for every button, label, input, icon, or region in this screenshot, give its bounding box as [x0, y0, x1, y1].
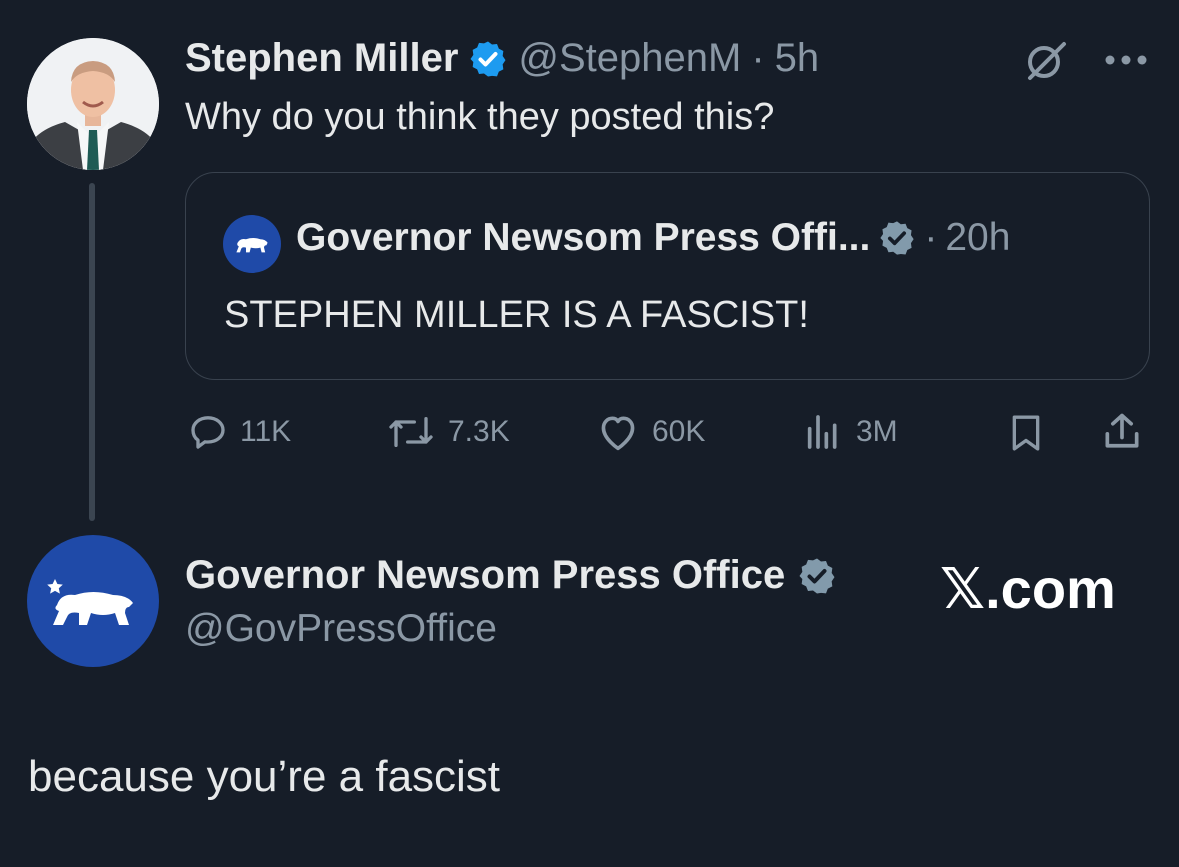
quote-author-name[interactable]: Governor Newsom Press Offi... [296, 216, 870, 260]
author-name[interactable]: Stephen Miller [185, 36, 458, 81]
views-count: 3M [856, 415, 898, 448]
reply-header: Governor Newsom Press Office [185, 553, 837, 598]
like-button[interactable]: 60K [596, 412, 705, 452]
author-avatar[interactable] [27, 38, 159, 170]
reply-button[interactable]: 11K [188, 412, 291, 452]
separator-dot: · [924, 216, 938, 259]
more-icon[interactable] [1104, 52, 1148, 73]
tweet-header: Stephen Miller @StephenM · 5h [185, 36, 819, 81]
like-icon [601, 416, 635, 451]
tweet-text: Why do you think they posted this? [185, 96, 775, 138]
person-portrait-icon [27, 38, 159, 170]
reply-icon [191, 416, 225, 449]
verified-badge-icon [468, 39, 508, 79]
grok-icon[interactable] [1024, 38, 1068, 87]
repost-button[interactable]: 7.3K [386, 412, 510, 452]
verified-badge-icon [878, 219, 916, 257]
x-com-watermark: 𝕏.com [940, 557, 1116, 620]
bookmark-icon[interactable] [1006, 412, 1046, 459]
thread-connector-line [89, 183, 95, 521]
views-button[interactable]: 3M [802, 412, 898, 452]
reply-author-name[interactable]: Governor Newsom Press Office [185, 553, 785, 598]
verified-badge-icon [797, 556, 837, 596]
quote-timestamp[interactable]: 20h [945, 216, 1010, 260]
separator-dot: · [751, 36, 765, 80]
quote-author-avatar[interactable] [223, 215, 281, 273]
views-icon [807, 415, 837, 449]
timestamp[interactable]: 5h [775, 36, 820, 81]
quote-header: Governor Newsom Press Offi... · 20h [296, 216, 1010, 260]
reply-author-avatar[interactable] [27, 535, 159, 667]
reply-author-handle[interactable]: @GovPressOffice [185, 607, 497, 651]
california-bear-icon [47, 579, 133, 625]
reply-text: because you’re a fascist [28, 752, 501, 801]
quote-text: STEPHEN MILLER IS A FASCIST! [224, 294, 809, 336]
share-icon[interactable] [1100, 410, 1144, 459]
repost-count: 7.3K [448, 415, 510, 448]
reply-count: 11K [240, 415, 292, 448]
author-handle[interactable]: @StephenM [518, 36, 741, 81]
like-count: 60K [652, 415, 706, 448]
california-bear-icon [236, 238, 268, 253]
repost-icon [389, 417, 433, 447]
quoted-tweet-card[interactable] [185, 172, 1150, 380]
